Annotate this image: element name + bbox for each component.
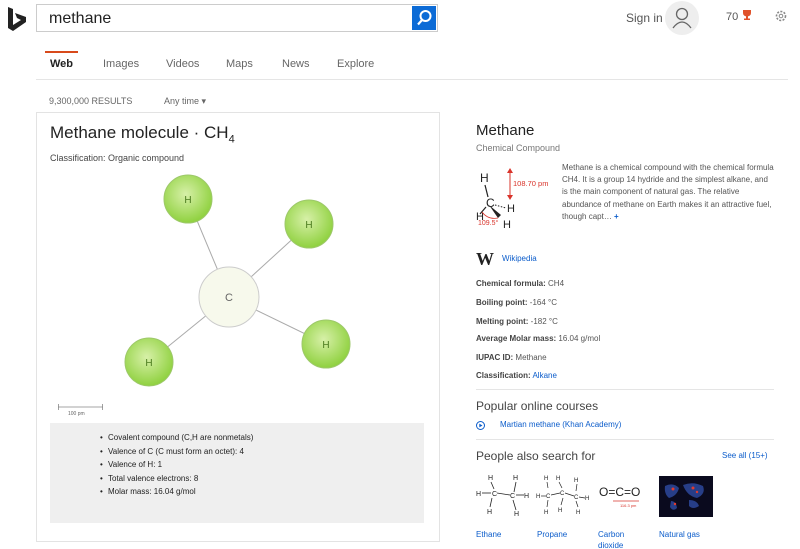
svg-text:109.5°: 109.5°	[478, 219, 499, 227]
fact-item: Molar mass: 16.04 g/mol	[100, 485, 424, 499]
svg-text:C: C	[546, 494, 551, 500]
related-carbon-dioxide[interactable]: Carbon dioxide	[598, 529, 638, 549]
molecule-facts: Covalent compound (C,H are nonmetals) Va…	[50, 423, 424, 523]
divider	[476, 439, 774, 440]
avatar[interactable]	[665, 1, 699, 35]
search-button[interactable]	[412, 6, 436, 30]
fact-classification: Classification: Alkane	[476, 371, 557, 380]
svg-text:H: H	[556, 476, 560, 482]
active-tab-indicator	[45, 51, 78, 53]
atom-carbon-label: C	[225, 292, 233, 304]
wikipedia-link[interactable]: Wikipedia	[502, 254, 537, 263]
methane-structure-image[interactable]: H C H H H 108.70 pm 109.5°	[476, 162, 554, 230]
svg-text:C: C	[492, 491, 497, 498]
gear-icon[interactable]	[774, 9, 788, 23]
search-icon	[417, 10, 432, 26]
natural-gas-thumbnail[interactable]	[659, 476, 713, 517]
people-also-search-heading: People also search for	[476, 449, 596, 463]
svg-text:H: H	[488, 475, 493, 482]
svg-text:H: H	[558, 508, 562, 514]
propane-thumbnail[interactable]: H H H H H H H H C C C	[536, 472, 590, 518]
course-link[interactable]: Martian methane (Khan Academy)	[500, 420, 621, 429]
svg-text:H: H	[514, 511, 519, 518]
tab-explore[interactable]: Explore	[337, 58, 374, 70]
svg-text:C: C	[574, 495, 579, 501]
fact-chemical-formula: Chemical formula: CH4	[476, 279, 565, 288]
svg-text:H: H	[513, 475, 518, 482]
svg-text:H: H	[476, 491, 481, 498]
svg-text:H: H	[480, 171, 489, 185]
user-icon	[672, 7, 692, 29]
play-icon	[476, 421, 485, 430]
fact-boiling-point: Boiling point: -164 °C	[476, 298, 557, 307]
svg-text:C: C	[560, 491, 565, 497]
scale-label: 100 pm	[68, 411, 85, 417]
sign-in-link[interactable]: Sign in	[626, 11, 663, 25]
fact-iupac-id: IUPAC ID: Methane	[476, 353, 547, 362]
svg-text:O=C=O: O=C=O	[599, 485, 640, 499]
see-all-link[interactable]: See all (15+)	[722, 451, 768, 460]
svg-text:H: H	[503, 219, 511, 230]
tab-news[interactable]: News	[282, 58, 310, 70]
wikipedia-logo: W	[476, 249, 494, 269]
carbon-dioxide-thumbnail[interactable]: O=C=O 116.3 pm	[597, 472, 655, 518]
rewards-icon[interactable]	[741, 9, 753, 21]
ethane-thumbnail[interactable]: H H H H H H C C	[476, 472, 530, 518]
tab-web[interactable]: Web	[50, 58, 73, 70]
tab-images[interactable]: Images	[103, 58, 139, 70]
svg-text:H: H	[487, 509, 492, 516]
svg-text:H: H	[536, 494, 540, 500]
time-filter[interactable]: Any time ▾	[164, 96, 206, 107]
search-box[interactable]	[36, 4, 438, 32]
entity-description: Methane is a chemical compound with the …	[562, 163, 774, 221]
chevron-down-icon: ▾	[201, 96, 207, 106]
classification-link[interactable]: Alkane	[532, 371, 556, 380]
search-input[interactable]	[49, 10, 409, 28]
expand-more-button[interactable]: +	[614, 212, 619, 221]
svg-text:H: H	[507, 203, 515, 215]
fact-molar-mass: Average Molar mass: 16.04 g/mol	[476, 334, 601, 343]
fact-item: Valence of H: 1	[100, 458, 424, 472]
courses-heading: Popular online courses	[476, 399, 599, 413]
time-filter-label: Any time	[164, 96, 200, 106]
atom-hydrogen-label: H	[305, 220, 312, 231]
related-natural-gas[interactable]: Natural gas	[659, 529, 700, 540]
svg-text:H: H	[574, 478, 578, 484]
svg-text:H: H	[585, 496, 589, 502]
svg-text:C: C	[486, 196, 495, 210]
related-propane[interactable]: Propane	[537, 529, 567, 540]
entity-subtitle: Chemical Compound	[476, 143, 561, 153]
atom-hydrogen-label: H	[184, 195, 191, 206]
molecule-3d-model[interactable]: C H H H H	[36, 112, 440, 402]
svg-text:H: H	[524, 493, 529, 500]
fact-item: Total valence electrons: 8	[100, 472, 424, 486]
svg-text:108.70 pm: 108.70 pm	[513, 179, 548, 188]
atom-hydrogen-label: H	[322, 340, 329, 351]
tab-divider	[36, 79, 788, 80]
fact-item: Valence of C (C must form an octet): 4	[100, 445, 424, 459]
results-count: 9,300,000 RESULTS	[49, 96, 133, 106]
fact-melting-point: Melting point: -182 °C	[476, 317, 558, 326]
fact-item: Covalent compound (C,H are nonmetals)	[100, 431, 424, 445]
rewards-points[interactable]: 70	[726, 11, 738, 23]
divider	[476, 389, 774, 390]
related-ethane[interactable]: Ethane	[476, 529, 501, 540]
svg-text:H: H	[576, 510, 580, 516]
tab-maps[interactable]: Maps	[226, 58, 253, 70]
svg-text:H: H	[544, 510, 548, 516]
svg-text:C: C	[510, 493, 515, 500]
atom-hydrogen-label: H	[145, 358, 152, 369]
tab-videos[interactable]: Videos	[166, 58, 199, 70]
entity-title: Methane	[476, 122, 535, 139]
bing-logo[interactable]	[6, 6, 28, 32]
svg-text:116.3 pm: 116.3 pm	[620, 503, 637, 508]
svg-text:H: H	[544, 476, 548, 482]
